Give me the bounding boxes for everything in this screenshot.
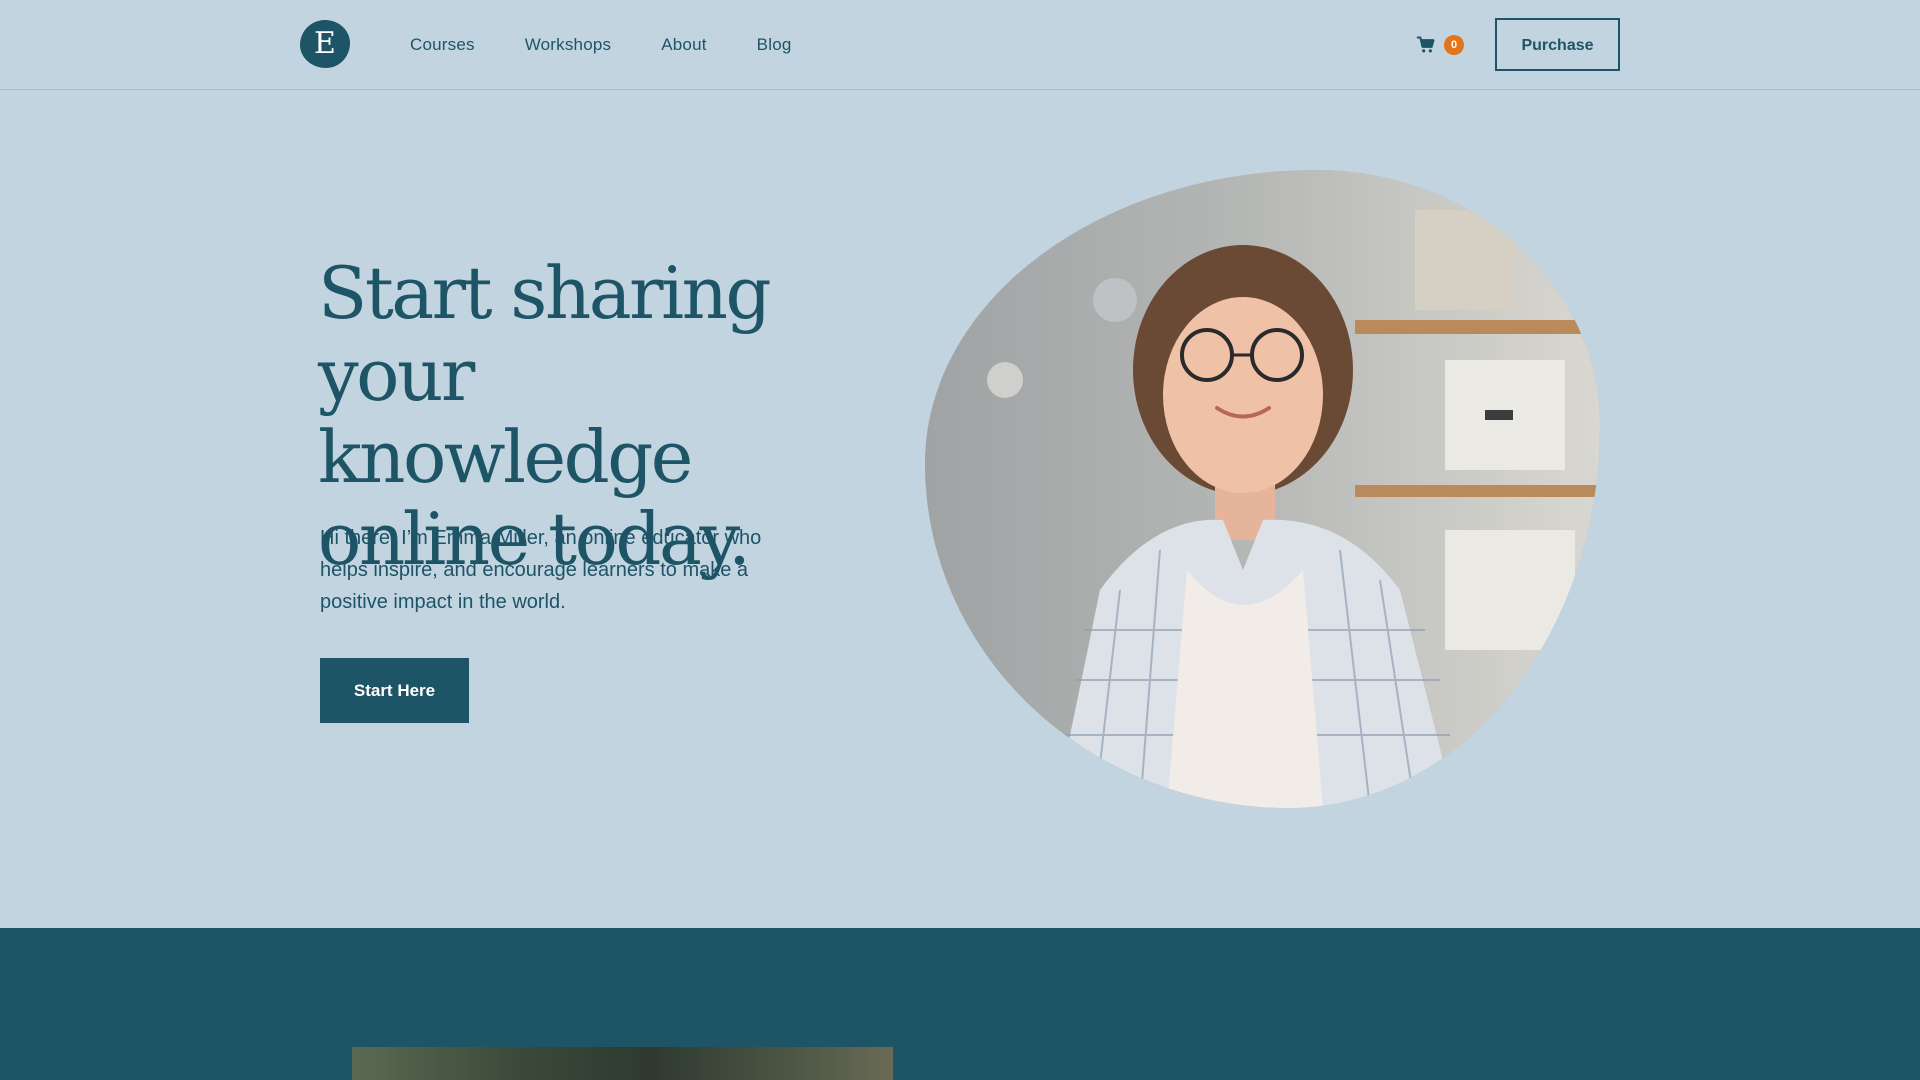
cart-icon (1416, 36, 1435, 53)
site-header: E Courses Workshops About Blog 0 Purchas… (0, 0, 1920, 90)
nav-link-courses[interactable]: Courses (410, 35, 475, 55)
hero-intro-line: helps inspire, and encourage learners to… (320, 559, 749, 581)
portrait-photo (925, 170, 1600, 808)
purchase-button[interactable]: Purchase (1495, 18, 1620, 71)
nav-link-workshops[interactable]: Workshops (525, 35, 612, 55)
hero-intro-line: positive impact in the world. (320, 591, 566, 613)
cart-count-badge: 0 (1444, 35, 1464, 55)
hero-title-line: your knowledge (318, 333, 693, 499)
portrait-illustration (925, 170, 1600, 808)
logo[interactable]: E (300, 20, 350, 68)
section-image (352, 1047, 893, 1080)
start-here-button[interactable]: Start Here (320, 658, 469, 723)
hero-intro-line: Hi there! I’m Emma Miller, an online edu… (320, 527, 762, 549)
hero-intro: Hi there! I’m Emma Miller, an online edu… (320, 522, 820, 618)
logo-letter: E (314, 26, 336, 61)
cart-button[interactable]: 0 (1416, 33, 1464, 57)
hero-title-line: Start sharing (318, 251, 772, 335)
main-nav: Courses Workshops About Blog (410, 0, 792, 90)
nav-link-about[interactable]: About (661, 35, 706, 55)
about-section (0, 928, 1920, 1080)
nav-link-blog[interactable]: Blog (757, 35, 792, 55)
